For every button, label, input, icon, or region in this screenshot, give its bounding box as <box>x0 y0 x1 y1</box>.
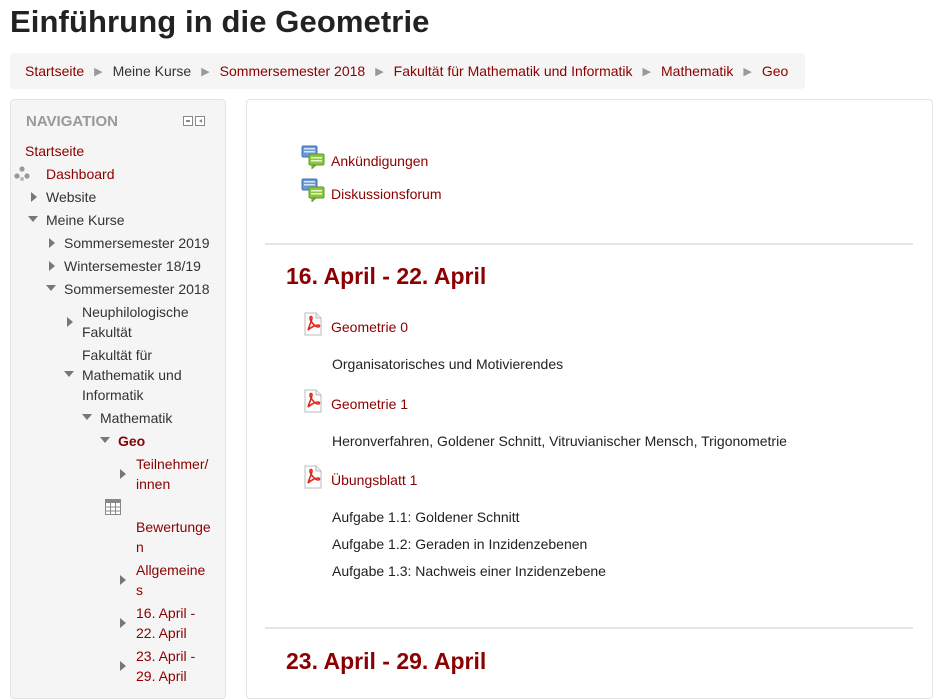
nav-item-label: Teilnehmer/ <box>136 456 209 472</box>
nav-item-label: innen <box>136 476 171 492</box>
nav-item-label: Allgemeine <box>136 562 206 578</box>
activity-link[interactable]: Geometrie 1 <box>331 396 408 412</box>
expand-arrow-icon[interactable] <box>67 317 73 327</box>
pdf-icon <box>301 465 325 489</box>
section-divider <box>265 243 913 245</box>
nav-item-label: Bewertunge <box>136 519 211 535</box>
nav-item-website[interactable]: Website <box>46 187 96 207</box>
nav-item-neuphilologische[interactable]: Neuphilologische Fakultät <box>82 302 189 342</box>
section-title[interactable]: 23. April - 29. April <box>286 648 486 675</box>
nav-item-bewertungen[interactable]: Bewertunge n <box>136 517 211 557</box>
nav-item-label: Neuphilologische <box>82 304 189 320</box>
nav-item-meine-kurse[interactable]: Meine Kurse <box>46 210 125 230</box>
pdf-icon <box>301 312 325 336</box>
navigation-header: NAVIGATION <box>26 113 118 130</box>
expand-arrow-icon[interactable] <box>49 238 55 248</box>
breadcrumb-separator-icon: ▶ <box>201 65 210 78</box>
breadcrumb-separator-icon: ▶ <box>642 65 651 78</box>
dashboard-icon <box>14 166 30 181</box>
activity-link[interactable]: Ankündigungen <box>331 153 428 169</box>
breadcrumb-startseite[interactable]: Startseite <box>25 63 84 79</box>
nav-item-teilnehmer[interactable]: Teilnehmer/ innen <box>136 454 208 494</box>
section-divider <box>265 627 913 629</box>
breadcrumb-meine-kurse: Meine Kurse <box>112 63 192 79</box>
activity-link[interactable]: Geometrie 0 <box>331 319 408 335</box>
nav-item-ws1819[interactable]: Wintersemester 18/19 <box>64 256 201 276</box>
activity-link[interactable]: Diskussionsforum <box>331 186 441 202</box>
nav-item-label: Informatik <box>82 387 144 403</box>
collapse-arrow-icon[interactable] <box>64 371 74 377</box>
nav-item-mathematik[interactable]: Mathematik <box>100 408 172 428</box>
nav-item-allgemeines[interactable]: Allgemeine s <box>136 560 205 600</box>
expand-arrow-icon[interactable] <box>120 661 126 671</box>
activity-description: Organisatorisches und Motivierendes <box>332 356 564 372</box>
activity-description: Heronverfahren, Goldener Schnitt, Vitruv… <box>332 433 787 449</box>
forum-diskussionsforum[interactable]: Diskussionsforum <box>301 178 441 202</box>
pdf-icon <box>301 389 325 413</box>
nav-item-label: Fakultät <box>82 324 132 340</box>
resource-geometrie-0[interactable]: Geometrie 0 <box>301 312 408 336</box>
nav-item-label: 16. April - <box>136 605 196 621</box>
breadcrumb-sommersemester-2018[interactable]: Sommersemester 2018 <box>220 63 366 79</box>
nav-item-ss2018[interactable]: Sommersemester 2018 <box>64 279 210 299</box>
section-title[interactable]: 16. April - 22. April <box>286 263 486 290</box>
breadcrumb-mathematik[interactable]: Mathematik <box>661 63 733 79</box>
nav-item-week-16-22-april[interactable]: 16. April - 22. April <box>136 603 195 643</box>
nav-item-dashboard[interactable]: Dashboard <box>46 164 115 184</box>
activity-description-line: Aufgabe 1.2: Geraden in Inzidenzebenen <box>332 536 588 552</box>
forum-ankuendigungen[interactable]: Ankündigungen <box>301 145 428 169</box>
breadcrumb-geo[interactable]: Geo <box>762 63 788 79</box>
nav-item-label: n <box>136 539 144 555</box>
nav-item-label: 22. April <box>136 625 187 641</box>
nav-item-label: Fakultät für <box>82 347 153 363</box>
expand-arrow-icon[interactable] <box>31 192 37 202</box>
breadcrumb-separator-icon: ▶ <box>375 65 384 78</box>
nav-item-startseite[interactable]: Startseite <box>25 141 84 161</box>
nav-item-geo[interactable]: Geo <box>118 431 145 451</box>
page-title: Einführung in die Geometrie <box>10 4 430 39</box>
resource-geometrie-1[interactable]: Geometrie 1 <box>301 389 408 413</box>
expand-arrow-icon[interactable] <box>120 575 126 585</box>
nav-item-label: 29. April <box>136 668 187 684</box>
breadcrumb-separator-icon: ▶ <box>743 65 752 78</box>
breadcrumb-separator-icon: ▶ <box>94 65 103 78</box>
expand-arrow-icon[interactable] <box>120 469 126 479</box>
collapse-arrow-icon[interactable] <box>82 414 92 420</box>
activity-description-line: Aufgabe 1.3: Nachweis einer Inzidenzeben… <box>332 563 606 579</box>
forum-icon <box>301 145 325 169</box>
navigation-controls <box>183 116 205 126</box>
nav-item-label: s <box>136 582 143 598</box>
dock-icon[interactable] <box>195 116 205 126</box>
nav-item-week-23-29-april[interactable]: 23. April - 29. April <box>136 646 195 686</box>
expand-arrow-icon[interactable] <box>120 618 126 628</box>
minimize-icon[interactable] <box>183 116 193 126</box>
collapse-arrow-icon[interactable] <box>100 437 110 443</box>
expand-arrow-icon[interactable] <box>49 261 55 271</box>
collapse-arrow-icon[interactable] <box>46 285 56 291</box>
nav-item-label: Mathematik und <box>82 367 182 383</box>
breadcrumb: Startseite ▶ Meine Kurse ▶ Sommersemeste… <box>10 53 805 89</box>
nav-item-label: 23. April - <box>136 648 196 664</box>
resource-uebungsblatt-1[interactable]: Übungsblatt 1 <box>301 465 417 489</box>
forum-icon <box>301 178 325 202</box>
nav-item-ss2019[interactable]: Sommersemester 2019 <box>64 233 210 253</box>
nav-item-fakultaet-mathe-info[interactable]: Fakultät für Mathematik und Informatik <box>82 345 182 405</box>
grades-table-icon <box>105 499 121 515</box>
activity-link[interactable]: Übungsblatt 1 <box>331 472 417 488</box>
collapse-arrow-icon[interactable] <box>28 216 38 222</box>
breadcrumb-fakultaet[interactable]: Fakultät für Mathematik und Informatik <box>394 63 633 79</box>
activity-description-line: Aufgabe 1.1: Goldener Schnitt <box>332 509 520 525</box>
